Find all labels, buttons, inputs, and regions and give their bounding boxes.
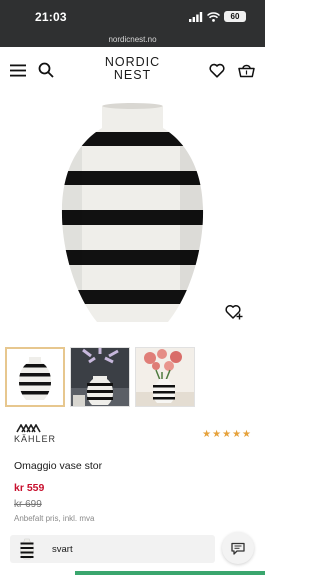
vase-with-flowers-thumbnail-image	[71, 348, 129, 406]
variant-label: svart	[52, 544, 73, 555]
vase-with-red-flowers-thumbnail-image	[136, 348, 194, 406]
heart-plus-icon	[225, 305, 243, 320]
url-bar[interactable]: nordicnest.no	[0, 35, 265, 44]
chat-icon	[231, 542, 245, 555]
price-note: Anbefalt pris, inkl. mva	[14, 514, 95, 523]
chat-button[interactable]	[222, 532, 254, 564]
kahler-logo-icon	[16, 424, 41, 433]
wishlist-button[interactable]	[208, 61, 226, 79]
basket-icon	[237, 64, 255, 77]
signal-icon	[189, 11, 203, 22]
vase-image	[61, 103, 204, 322]
brand-row: KÄHLER ★★★★★	[14, 424, 252, 446]
product-main-image[interactable]	[0, 92, 265, 337]
product-price: kr 559	[14, 482, 45, 494]
thumbnail-1[interactable]	[5, 347, 65, 407]
thumbnail-2[interactable]	[70, 347, 130, 407]
vase-thumbnail-image	[7, 349, 63, 405]
status-icons: 60	[189, 11, 246, 22]
wifi-icon	[207, 11, 220, 22]
variant-selector[interactable]: svart	[10, 535, 215, 563]
battery-indicator: 60	[224, 11, 246, 22]
site-header: NORDIC NEST	[0, 47, 265, 92]
heart-icon	[209, 63, 225, 78]
bottom-accent-bar	[75, 571, 265, 575]
rating-stars[interactable]: ★★★★★	[202, 429, 252, 440]
original-price: kr 699	[14, 499, 42, 510]
brand-name[interactable]: KÄHLER	[14, 434, 56, 444]
cart-button[interactable]	[237, 61, 255, 79]
browser-top-bar: 21:03 60 nordicnest.no	[0, 0, 265, 47]
thumbnail-3[interactable]	[135, 347, 195, 407]
status-time: 21:03	[35, 10, 67, 24]
add-to-wishlist-button[interactable]	[224, 302, 244, 322]
variant-vase-icon	[20, 538, 34, 560]
thumbnail-strip	[5, 347, 195, 409]
product-title: Omaggio vase stor	[14, 460, 103, 472]
